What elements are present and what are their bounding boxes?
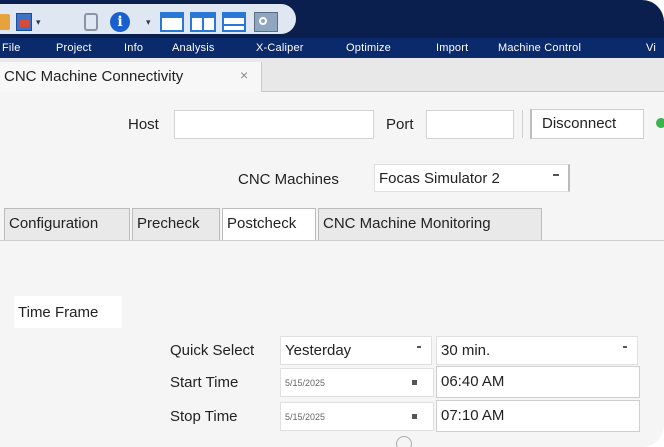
tab-postcheck[interactable]: Postcheck [222, 208, 316, 241]
start-time-input[interactable]: 06:40 AM [436, 366, 640, 398]
host-input[interactable] [174, 110, 374, 139]
start-date-value: 5/15/2025 [285, 378, 326, 388]
stop-time-label: Stop Time [170, 408, 238, 425]
stop-date-value: 5/15/2025 [285, 412, 326, 422]
tab-configuration[interactable]: Configuration [4, 208, 130, 240]
image-icon[interactable] [16, 13, 32, 31]
menu-item-info[interactable]: Info [124, 38, 143, 58]
menu-item-analysis[interactable]: Analysis [172, 38, 215, 58]
chevron-down-icon [553, 174, 559, 176]
dropdown-arrow-icon[interactable]: ▾ [36, 16, 41, 28]
stop-time-value: 07:10 AM [441, 407, 505, 424]
menu-item-file[interactable]: File [2, 38, 21, 58]
save-icon[interactable] [0, 14, 10, 30]
quick-access-panel: ▾ i ▾ [0, 4, 296, 34]
window-split-horizontal-icon[interactable] [222, 12, 246, 32]
cnc-machine-select[interactable]: Focas Simulator 2 [374, 164, 570, 192]
add-icon[interactable] [396, 436, 412, 447]
tool-icon[interactable] [84, 13, 98, 31]
connection-status-icon [656, 118, 664, 128]
calendar-icon[interactable] [412, 380, 417, 385]
app-window: ▾ i ▾ File Project Info Analysis X-Calip… [0, 0, 664, 447]
port-input[interactable] [426, 110, 514, 139]
stop-time-input[interactable]: 07:10 AM [436, 400, 640, 432]
cnc-machine-select-value: Focas Simulator 2 [379, 170, 500, 187]
quick-select-value: Yesterday [285, 342, 352, 359]
port-label: Port [386, 116, 414, 133]
menu-item-machine-control[interactable]: Machine Control [498, 38, 581, 58]
disconnect-button[interactable]: Disconnect [530, 109, 644, 139]
tab-divider [0, 240, 664, 241]
time-frame-title: Time Frame [18, 304, 99, 321]
start-date-picker[interactable]: 5/15/2025 [280, 368, 434, 397]
close-icon[interactable]: × [240, 67, 248, 83]
window-split-vertical-icon[interactable] [190, 12, 216, 32]
quick-access-toolbar: ▾ i ▾ [0, 0, 664, 38]
screenshot-icon[interactable] [254, 12, 278, 32]
info-icon[interactable]: i [110, 12, 130, 32]
host-label: Host [128, 116, 159, 133]
menu-item-project[interactable]: Project [56, 38, 92, 58]
window-single-icon[interactable] [160, 12, 184, 32]
dropdown-arrow-icon[interactable]: ▾ [146, 16, 151, 28]
tab-cnc-machine-monitoring[interactable]: CNC Machine Monitoring [318, 208, 542, 240]
start-time-label: Start Time [170, 374, 239, 391]
document-tab-strip: CNC Machine Connectivity × [0, 58, 664, 92]
tab-precheck[interactable]: Precheck [132, 208, 220, 240]
interval-value: 30 min. [441, 342, 491, 359]
start-time-value: 06:40 AM [441, 373, 505, 390]
quick-select-label: Quick Select [170, 342, 255, 359]
document-tab-title: CNC Machine Connectivity [4, 68, 184, 85]
menu-item-view[interactable]: Vi [646, 38, 656, 58]
toolbar-divider [522, 110, 523, 138]
quick-select-dropdown[interactable]: Yesterday [280, 336, 432, 365]
menu-item-import[interactable]: Import [436, 38, 468, 58]
cnc-machines-label: CNC Machines [238, 171, 339, 188]
document-tab[interactable]: CNC Machine Connectivity × [0, 62, 262, 92]
chevron-down-icon [417, 346, 421, 348]
stop-date-picker[interactable]: 5/15/2025 [280, 402, 434, 431]
interval-dropdown[interactable]: 30 min. [436, 336, 638, 365]
menu-item-x-caliper[interactable]: X-Caliper [256, 38, 304, 58]
time-frame-header: Time Frame [14, 296, 122, 328]
menu-bar: File Project Info Analysis X-Caliper Opt… [0, 38, 664, 58]
chevron-down-icon [623, 346, 627, 348]
calendar-icon[interactable] [412, 414, 417, 419]
menu-item-optimize[interactable]: Optimize [346, 38, 391, 58]
